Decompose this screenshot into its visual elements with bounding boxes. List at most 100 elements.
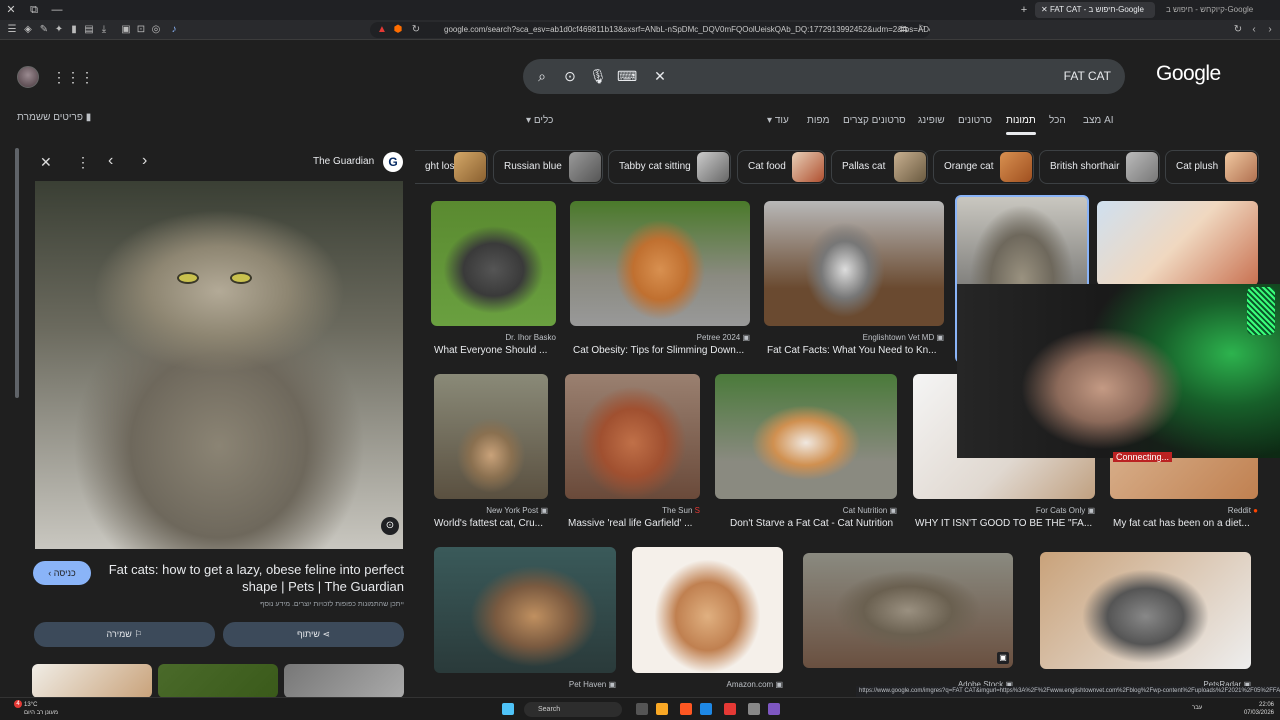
back-icon[interactable]: ‹ <box>1248 24 1260 36</box>
tab-videos[interactable]: סרטונים <box>958 115 992 126</box>
reload-page-icon[interactable]: ↻ <box>410 24 422 36</box>
tab-maps[interactable]: מפות <box>807 115 829 126</box>
forward-icon[interactable]: › <box>1264 24 1276 36</box>
result-source[interactable]: Dr. Ihor Basko <box>431 333 556 342</box>
sound-icon[interactable]: ♪ <box>168 24 180 36</box>
chip-pallas-cat[interactable]: Pallas cat <box>831 150 928 184</box>
lens-icon[interactable]: ⊙ <box>561 67 579 85</box>
shield-icon[interactable]: ◈ <box>22 24 34 36</box>
result-image[interactable] <box>715 374 897 499</box>
result-caption[interactable]: What Everyone Should ... <box>434 345 556 356</box>
tab-images[interactable]: תמונות <box>1006 115 1036 135</box>
lens-search-icon[interactable]: ⊙ <box>381 517 399 535</box>
new-tab-icon[interactable]: + <box>1016 2 1032 18</box>
pin-icon[interactable]: ✦ <box>53 24 65 36</box>
preview-title[interactable]: Fat cats: how to get a lazy, obese felin… <box>104 561 404 595</box>
chip-russian-blue[interactable]: Russian blue <box>493 150 603 184</box>
result-source[interactable]: Amazon.com ▣ <box>632 680 783 689</box>
search-box[interactable]: ⌕ ⊙ 🎙 ⌨ ✕ FAT CAT <box>523 59 1125 94</box>
chat-icon[interactable]: ◎ <box>150 24 162 36</box>
result-caption[interactable]: World's fattest cat, Cru... <box>434 518 548 529</box>
task-view-icon[interactable] <box>636 703 648 715</box>
windows-start-icon[interactable] <box>502 703 514 715</box>
close-icon[interactable]: ✕ <box>40 154 52 171</box>
tab-close-icon[interactable]: ✕ <box>1041 5 1050 14</box>
clock[interactable]: 22:06 07/03/2026 <box>1244 701 1274 717</box>
related-thumb[interactable] <box>158 664 278 698</box>
result-source[interactable]: For Cats Only ▣ <box>913 506 1095 515</box>
search-icon[interactable]: ⌕ <box>533 67 551 85</box>
result-source[interactable]: Cat Nutrition ▣ <box>715 506 897 515</box>
menu-icon[interactable]: ☰ <box>6 24 18 36</box>
mic-icon[interactable]: 🎙 <box>589 67 607 85</box>
chip-weight-loss[interactable]: ght loss <box>415 150 488 184</box>
related-thumb[interactable] <box>284 664 404 698</box>
chip-tabby-cat-sitting[interactable]: Tabby cat sitting <box>608 150 731 184</box>
result-source[interactable]: The Sun S <box>565 506 700 515</box>
result-image[interactable] <box>565 374 700 499</box>
result-image[interactable] <box>431 201 556 326</box>
result-image[interactable]: ▣ <box>803 553 1013 668</box>
minimize-icon[interactable]: — <box>49 2 65 18</box>
brave-icon[interactable] <box>680 703 692 715</box>
preview-scrollbar[interactable] <box>15 148 19 398</box>
result-image[interactable] <box>434 547 616 673</box>
settings-icon[interactable] <box>748 703 760 715</box>
discord-icon[interactable] <box>768 703 780 715</box>
chip-cat-food[interactable]: Cat food <box>737 150 826 184</box>
result-caption[interactable]: My fat cat has been on a diet... <box>1113 518 1258 529</box>
bookmark-icon[interactable]: ⚐ <box>916 24 928 36</box>
brave-shield-icon[interactable]: ⬢ <box>392 24 404 36</box>
prev-icon[interactable]: ‹ <box>108 152 113 170</box>
brave-rewards-icon[interactable]: ▲ <box>376 24 388 36</box>
tab-other[interactable]: קיוקחש - חיפוש ב-Google <box>1160 2 1270 18</box>
sidebar-icon[interactable]: ▮ <box>68 24 80 36</box>
taskbar-search[interactable]: Search <box>524 702 622 717</box>
preview-image[interactable]: ⊙ <box>35 181 403 549</box>
result-caption[interactable]: Cat Obesity: Tips for Slimming Down... <box>573 345 750 356</box>
result-image[interactable] <box>434 374 548 499</box>
clear-icon[interactable]: ✕ <box>651 67 669 85</box>
reader-icon[interactable]: ▤ <box>83 24 95 36</box>
result-image[interactable] <box>1040 552 1251 669</box>
share-button[interactable]: שיתוף ⋖ <box>223 622 404 647</box>
result-image[interactable] <box>764 201 944 326</box>
visit-button[interactable]: ‹ כניסה <box>33 561 91 585</box>
weather-widget[interactable]: 13°C מעונן רב היום <box>24 701 58 717</box>
share-page-icon[interactable]: ⇆ <box>898 24 910 36</box>
save-button[interactable]: שמירה ⚐ <box>34 622 215 647</box>
chip-orange-cat[interactable]: Orange cat <box>933 150 1034 184</box>
tools-dropdown[interactable]: ▾ כלים <box>526 115 553 126</box>
close-window-icon[interactable]: ✕ <box>3 2 19 18</box>
account-avatar[interactable] <box>17 66 39 88</box>
result-caption[interactable]: WHY IT ISN'T GOOD TO BE THE "FA... <box>915 518 1095 529</box>
result-source[interactable]: Englishtown Vet MD ▣ <box>764 333 944 342</box>
language-indicator[interactable]: עבר <box>1192 705 1202 711</box>
result-caption[interactable]: Fat Cat Facts: What You Need to Kn... <box>767 345 944 356</box>
app-icon[interactable] <box>724 703 736 715</box>
result-source[interactable]: Reddit ● <box>1110 506 1258 515</box>
search-query[interactable]: FAT CAT <box>1064 69 1111 83</box>
chip-cat-plush[interactable]: Cat plush <box>1165 150 1259 184</box>
result-image[interactable] <box>632 547 783 673</box>
tab-more[interactable]: ▾ עוד <box>767 115 789 126</box>
more-options-icon[interactable]: ⋮ <box>76 154 90 171</box>
next-icon[interactable]: › <box>142 152 147 170</box>
result-caption[interactable]: Massive 'real life Garfield' ... <box>568 518 700 529</box>
result-image[interactable] <box>1097 201 1258 286</box>
result-source[interactable]: New York Post ▣ <box>434 506 548 515</box>
result-source[interactable]: Pet Haven ▣ <box>434 680 616 689</box>
tab-shopping[interactable]: שופינג <box>918 115 945 126</box>
related-thumb[interactable] <box>32 664 152 698</box>
google-logo[interactable]: Google <box>1156 62 1221 86</box>
keyboard-icon[interactable]: ⌨ <box>617 67 637 85</box>
tab-ai-mode[interactable]: מצב AI <box>1083 115 1114 126</box>
result-source[interactable]: Petree 2024 ▣ <box>570 333 750 342</box>
tab-short-videos[interactable]: סרטונים קצרים <box>843 115 906 126</box>
tab-all[interactable]: הכל <box>1049 115 1066 126</box>
reload-icon[interactable]: ↻ <box>1232 24 1244 36</box>
chip-british-shorthair[interactable]: British shorthair <box>1039 150 1160 184</box>
address-bar[interactable]: google.com/search?sca_esv=ab1d0cf469811b… <box>370 22 930 38</box>
result-image[interactable] <box>570 201 750 326</box>
tab-active[interactable]: ✕ FAT CAT - חיפוש ב-Google <box>1035 2 1155 18</box>
